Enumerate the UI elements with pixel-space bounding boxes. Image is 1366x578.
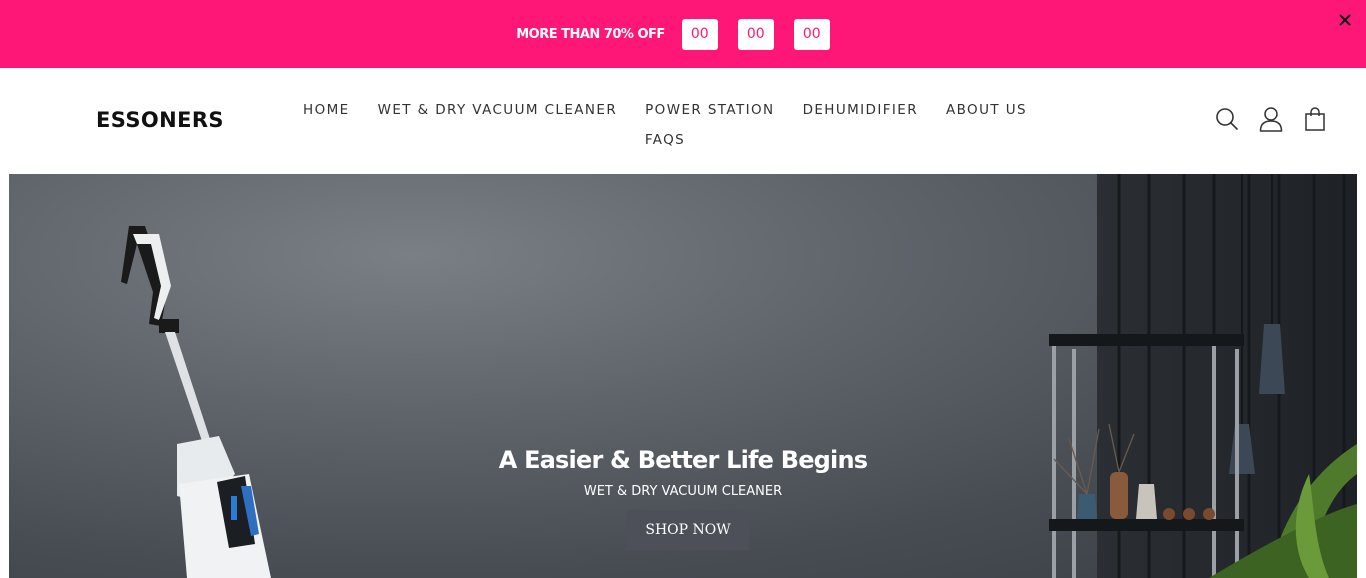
account-icon[interactable] — [1256, 104, 1286, 134]
nav-faqs[interactable]: FAQS — [645, 132, 685, 148]
header-icons — [1198, 104, 1330, 134]
site-logo[interactable]: ESSONERS — [96, 108, 224, 132]
hero-banner: A Easier & Better Life Begins WET & DRY … — [9, 174, 1357, 578]
countdown-minutes: 00 — [737, 18, 774, 50]
shop-now-button[interactable]: SHOP NOW — [627, 510, 749, 550]
close-icon[interactable] — [1337, 12, 1353, 28]
search-icon[interactable] — [1212, 104, 1242, 134]
nav-wet-dry-vacuum[interactable]: WET & DRY VACUUM CLEANER — [378, 102, 618, 118]
promo-bar: MORE THAN 70% OFF 00 00 00 — [0, 0, 1366, 68]
hero-title: A Easier & Better Life Begins — [498, 446, 868, 474]
cart-icon[interactable] — [1300, 104, 1330, 134]
nav-home[interactable]: HOME — [303, 102, 350, 118]
nav-about-us[interactable]: ABOUT US — [946, 102, 1027, 118]
nav-dehumidifier[interactable]: DEHUMIDIFIER — [803, 102, 918, 118]
countdown-hours: 00 — [681, 18, 718, 50]
main-nav: HOME WET & DRY VACUUM CLEANER POWER STAT… — [300, 95, 1030, 155]
promo-text: MORE THAN 70% OFF — [516, 26, 665, 42]
site-header: ESSONERS HOME WET & DRY VACUUM CLEANER P… — [0, 68, 1366, 174]
countdown-seconds: 00 — [793, 18, 830, 50]
hero-subtitle: WET & DRY VACUUM CLEANER — [583, 484, 783, 499]
nav-power-station[interactable]: POWER STATION — [645, 102, 774, 118]
